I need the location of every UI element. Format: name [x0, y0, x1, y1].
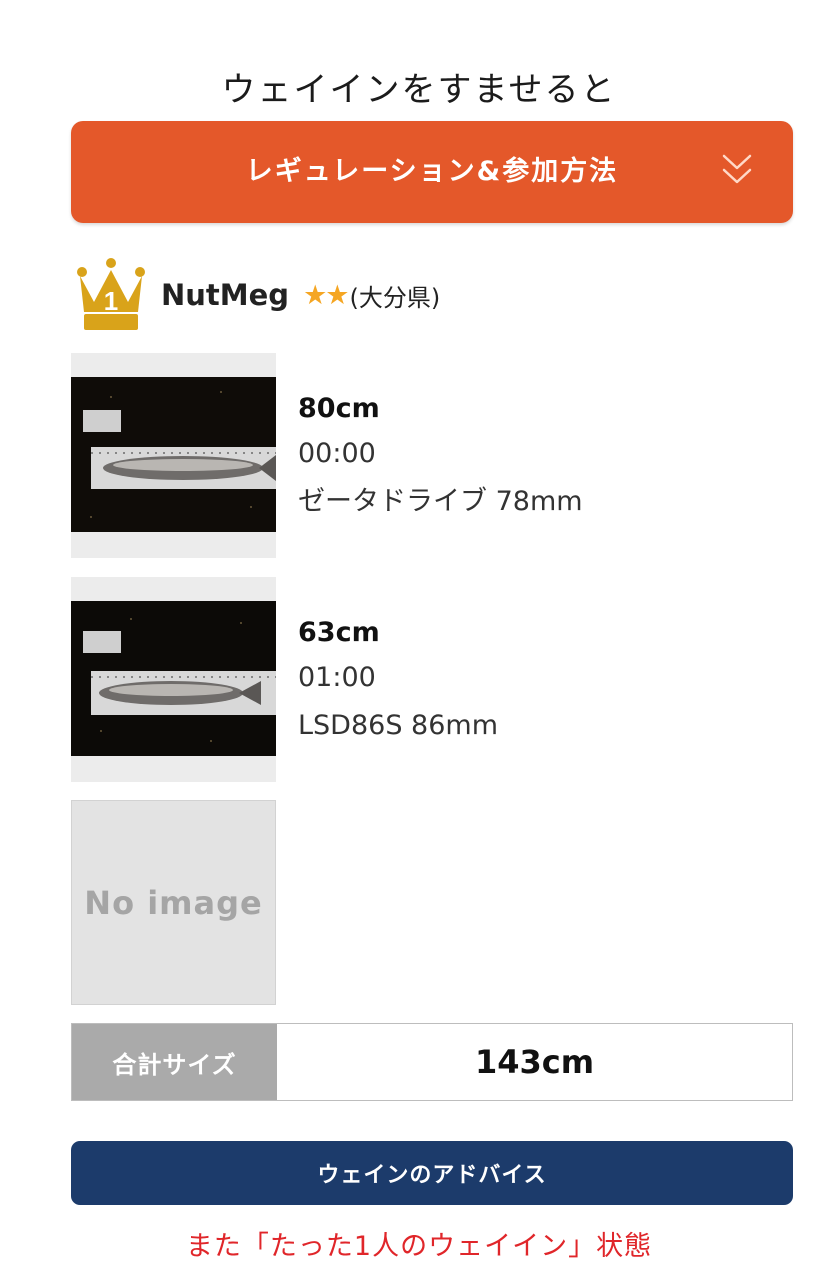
weigh-in-advice-button[interactable]: ウェインのアドバイス [71, 1141, 793, 1205]
total-size-value: 143cm [474, 1043, 595, 1081]
regulation-button-label: レギュレーション&参加方法 [245, 156, 619, 187]
prefecture: (大分県) [349, 283, 441, 312]
catch-lure: ゼータドライブ 78mm [298, 486, 583, 517]
page-heading: ウェイインをすませると [221, 70, 617, 110]
catch-size: 63cm [298, 617, 380, 648]
catch-photo-image [71, 377, 276, 532]
star-rating: ★★ [303, 279, 349, 311]
total-size-row: 合計サイズ 143cm [71, 1023, 793, 1101]
rank-number: 1 [104, 286, 118, 316]
no-image-label: No image [84, 883, 263, 922]
no-image-placeholder: No image [71, 800, 276, 1005]
catch-photo-2[interactable] [71, 577, 276, 782]
username[interactable]: NutMeg [161, 278, 289, 312]
catch-size: 80cm [298, 393, 380, 424]
catch-time: 01:00 [298, 662, 376, 693]
catch-time: 00:00 [298, 438, 376, 469]
regulation-button[interactable]: レギュレーション&参加方法 [71, 121, 793, 223]
catch-photo-image [71, 601, 276, 756]
crown-rank-1-icon: 1 [77, 258, 145, 330]
catch-info-1: 80cm 00:00 ゼータドライブ 78mm [298, 388, 583, 526]
catch-info-2: 63cm 01:00 LSD86S 86mm [298, 612, 498, 750]
user-row: 1 NutMeg ★★ (大分県) [76, 258, 440, 332]
catch-lure: LSD86S 86mm [298, 710, 499, 741]
catch-photo-1[interactable] [71, 353, 276, 558]
annotation-note: また「たった1人のウェイイン」状態 [185, 1231, 653, 1262]
double-chevron-down-icon [722, 154, 752, 184]
total-size-label: 合計サイズ [72, 1024, 277, 1100]
